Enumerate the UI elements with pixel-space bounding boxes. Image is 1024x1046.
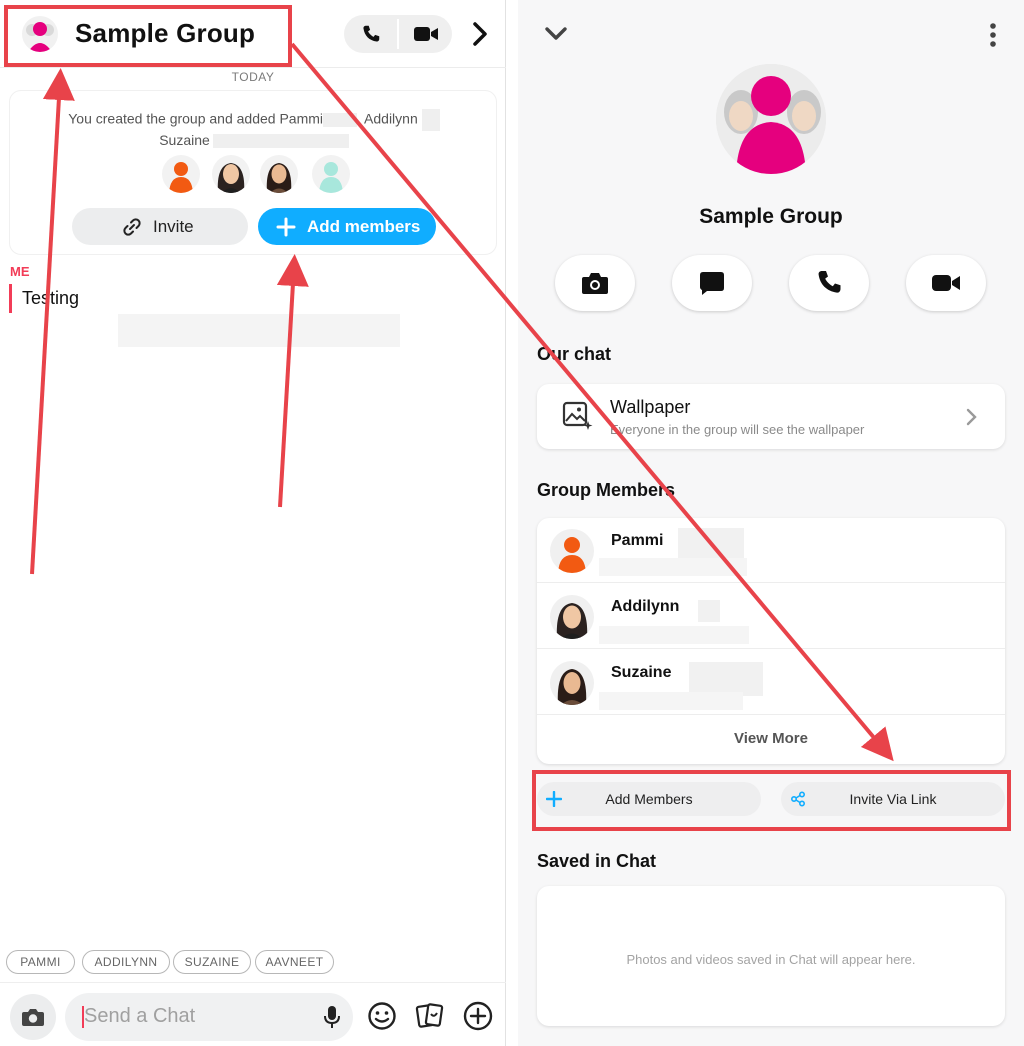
saved-in-chat-heading: Saved in Chat: [537, 851, 657, 871]
created-line1: You created the group and added Pammi: [68, 110, 324, 127]
member-row[interactable]: Addilynn: [537, 584, 1005, 649]
avatar: [550, 661, 594, 705]
chevron-down-icon[interactable]: [544, 24, 568, 44]
invite-via-link-label: Invite Via Link: [849, 791, 937, 807]
phone-icon: [818, 271, 841, 293]
member-row[interactable]: Pammi: [537, 518, 1005, 583]
saved-empty-text: Photos and videos saved in Chat will app…: [626, 952, 916, 967]
message-indicator-bar: [9, 284, 12, 313]
mention-chip[interactable]: PAMMI: [6, 950, 75, 974]
avatar[interactable]: [260, 155, 298, 193]
avatar[interactable]: [212, 155, 250, 193]
chat-button[interactable]: [672, 255, 752, 311]
chat-composer: Send a Chat: [0, 982, 506, 1046]
redacted-name: [212, 134, 349, 149]
redacted-content: [698, 600, 720, 622]
group-avatar-large[interactable]: [716, 64, 826, 174]
invite-label: Invite: [153, 217, 194, 236]
our-chat-heading: Our chat: [537, 344, 612, 364]
message-text[interactable]: Testing: [22, 288, 79, 309]
group-name: Sample Group: [699, 205, 843, 228]
created-line2: Suzaine: [159, 132, 210, 148]
divider: [397, 19, 399, 49]
sticker-cards-icon[interactable]: [414, 1000, 446, 1032]
wallpaper-row[interactable]: Wallpaper Everyone in the group will see…: [537, 384, 1005, 449]
redacted-content: [599, 558, 747, 576]
chat-input[interactable]: Send a Chat: [65, 993, 353, 1041]
video-camera-icon: [932, 275, 960, 291]
chat-bubble-icon: [700, 272, 724, 295]
member-name: Addilynn: [611, 598, 680, 615]
group-members-heading: Group Members: [537, 480, 676, 500]
video-camera-icon[interactable]: [412, 23, 440, 45]
group-title[interactable]: Sample Group: [75, 18, 255, 49]
add-members-label: Add Members: [605, 791, 693, 807]
chevron-right-icon[interactable]: [468, 20, 492, 48]
chat-header: Sample Group: [0, 0, 506, 68]
add-members-button[interactable]: Add Members: [537, 782, 761, 816]
member-name: Suzaine: [611, 664, 672, 681]
group-members-list: Pammi Addilynn Suzaine View More: [537, 518, 1005, 764]
wallpaper-icon: [562, 401, 593, 430]
plus-icon: [276, 217, 296, 237]
more-options-icon[interactable]: [988, 22, 998, 50]
member-name: Pammi: [611, 532, 664, 549]
group-created-text: You created the group and added Pammi , A…: [40, 109, 468, 150]
avatar[interactable]: [312, 155, 350, 193]
plus-circle-icon[interactable]: [462, 1000, 494, 1032]
redacted-content: [118, 314, 400, 347]
smiley-icon[interactable]: [366, 1000, 398, 1032]
group-created-card: You created the group and added Pammi , A…: [9, 90, 497, 255]
group-profile-screen: Sample Group Our chat Wallpaper Everyone: [518, 0, 1024, 1046]
redacted-name: [323, 113, 358, 127]
created-line1-rest: , Addilynn: [357, 110, 418, 127]
date-divider: TODAY: [231, 70, 275, 84]
member-avatars-row: [162, 155, 352, 195]
invite-via-link-button[interactable]: Invite Via Link: [781, 782, 1005, 816]
camera-button[interactable]: [10, 994, 56, 1040]
chat-input-placeholder: Send a Chat: [84, 1005, 196, 1027]
avatar: [550, 595, 594, 639]
wallpaper-title: Wallpaper: [610, 397, 691, 417]
redacted-content: [599, 692, 743, 710]
chat-screen: Sample Group TODAY You created the group…: [0, 0, 506, 1046]
link-icon: [123, 218, 141, 236]
mention-chip[interactable]: SUZAINE: [173, 950, 251, 974]
call-controls: [344, 15, 452, 53]
chevron-right-icon: [966, 408, 977, 426]
call-button[interactable]: [789, 255, 869, 311]
member-row[interactable]: Suzaine: [537, 650, 1005, 715]
redacted-content: [599, 626, 749, 644]
avatar: [550, 529, 594, 573]
camera-icon: [582, 273, 608, 294]
add-members-button[interactable]: Add members: [258, 208, 436, 245]
phone-icon[interactable]: [358, 23, 384, 45]
redacted-name: [421, 109, 440, 131]
add-members-label: Add members: [307, 217, 421, 236]
saved-in-chat-card: Photos and videos saved in Chat will app…: [537, 886, 1005, 1026]
view-more-button[interactable]: View More: [537, 716, 1005, 764]
group-avatar[interactable]: [22, 16, 58, 52]
mention-chip[interactable]: AAVNEET: [255, 950, 334, 974]
camera-button[interactable]: [555, 255, 635, 311]
wallpaper-subtitle: Everyone in the group will see the wallp…: [610, 422, 865, 437]
mention-chip[interactable]: ADDILYNN: [82, 950, 170, 974]
microphone-icon[interactable]: [323, 1005, 341, 1029]
invite-button[interactable]: Invite: [72, 208, 248, 245]
camera-icon: [22, 1009, 44, 1026]
avatar[interactable]: [162, 155, 200, 193]
video-call-button[interactable]: [906, 255, 986, 311]
redacted-content: [689, 662, 763, 696]
sender-label: ME: [10, 264, 30, 279]
